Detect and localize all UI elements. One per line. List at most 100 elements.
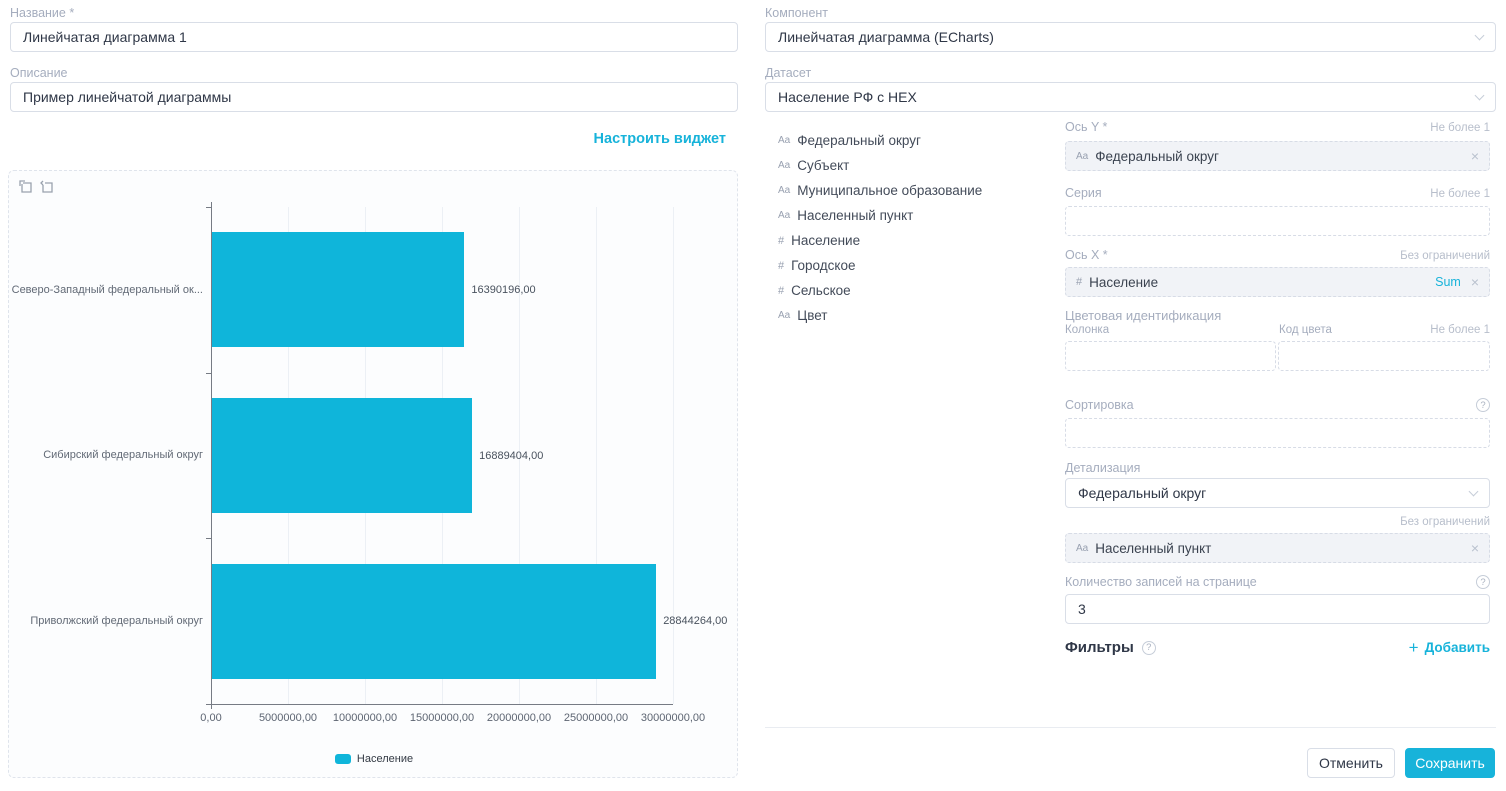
add-filter-label: Добавить: [1425, 640, 1490, 655]
filters-label: Фильтры: [1065, 639, 1134, 656]
axis-x-label: Ось X *: [1065, 248, 1108, 262]
text-type-icon: Aa: [778, 210, 790, 221]
chevron-down-icon: [1475, 90, 1485, 100]
axis-y-limit: Не более 1: [1430, 122, 1490, 134]
series-label: Серия: [1065, 186, 1102, 200]
description-input[interactable]: [10, 82, 738, 112]
cancel-button[interactable]: Отменить: [1307, 748, 1395, 778]
field-label: Цвет: [797, 308, 827, 323]
y-axis-tick: [206, 207, 211, 208]
field-item[interactable]: AaЦвет: [778, 308, 827, 323]
field-label: Муниципальное образование: [797, 183, 982, 198]
column-label: Колонка: [1065, 324, 1109, 336]
bar-1[interactable]: [212, 398, 472, 513]
field-item[interactable]: # Сельское: [778, 283, 851, 298]
name-label: Название *: [10, 6, 74, 20]
detail-chip-label: Населенный пункт: [1095, 541, 1211, 556]
sorting-label: Сортировка: [1065, 398, 1134, 412]
number-type-icon: #: [778, 235, 784, 247]
axis-y-label: Ось Y *: [1065, 120, 1107, 134]
text-type-icon: Aa: [778, 135, 790, 146]
close-icon[interactable]: ×: [1471, 541, 1479, 555]
help-icon[interactable]: ?: [1476, 575, 1490, 589]
color-identification-limit: Не более 1: [1430, 324, 1490, 336]
field-label: Городское: [791, 258, 855, 273]
x-tick-label: 5000000,00: [259, 712, 317, 724]
color-identification-label: Цветовая идентификация: [1065, 308, 1221, 323]
number-type-icon: #: [1076, 276, 1082, 288]
detail-value: Федеральный округ: [1078, 485, 1206, 501]
help-icon[interactable]: ?: [1476, 398, 1490, 412]
gridline: [673, 207, 674, 704]
color-column-dropzone[interactable]: [1065, 341, 1276, 371]
value-label: 16390196,00: [471, 284, 535, 296]
category-label: Приволжский федеральный округ: [15, 538, 203, 704]
text-type-icon: Aa: [1076, 543, 1088, 554]
field-item[interactable]: # Население: [778, 233, 860, 248]
configure-widget-link[interactable]: Настроить виджет: [10, 131, 726, 147]
y-axis-tick: [206, 538, 211, 539]
axis-x-chip-label: Население: [1089, 275, 1158, 290]
x-tick-label: 20000000,00: [487, 712, 551, 724]
bar-0[interactable]: [212, 232, 464, 347]
field-item[interactable]: # Городское: [778, 258, 855, 273]
color-code-dropzone[interactable]: [1278, 341, 1490, 371]
detail-limit: Без ограничений: [1065, 516, 1490, 528]
field-item[interactable]: Aa Субъект: [778, 158, 849, 173]
legend-label: Население: [357, 753, 413, 765]
x-tick-label: 0,00: [200, 712, 221, 724]
field-item[interactable]: Aa Населенный пункт: [778, 208, 913, 223]
detail-chip[interactable]: Aa Населенный пункт ×: [1065, 533, 1490, 563]
detail-select[interactable]: Федеральный округ: [1065, 478, 1490, 508]
help-icon[interactable]: ?: [1142, 641, 1156, 655]
component-value: Линейчатая диаграмма (ECharts): [778, 29, 994, 45]
dataset-select[interactable]: Население РФ с HEX: [765, 82, 1496, 112]
dataset-value: Население РФ с HEX: [778, 89, 917, 105]
page-size-input[interactable]: [1065, 594, 1490, 624]
save-button[interactable]: Сохранить: [1405, 748, 1495, 778]
field-label: Сельское: [791, 283, 851, 298]
sorting-dropzone[interactable]: [1065, 418, 1490, 448]
field-item[interactable]: Aa Муниципальное образование: [778, 183, 982, 198]
component-label: Компонент: [765, 6, 828, 20]
field-label: Федеральный округ: [797, 133, 921, 148]
add-filter-button[interactable]: + Добавить: [1409, 639, 1490, 656]
page-size-label: Количество записей на странице: [1065, 575, 1257, 589]
number-type-icon: #: [778, 285, 784, 297]
close-icon[interactable]: ×: [1471, 149, 1479, 163]
component-select[interactable]: Линейчатая диаграмма (ECharts): [765, 22, 1496, 52]
value-label: 16889404,00: [479, 450, 543, 462]
axis-y-chip-label: Федеральный округ: [1095, 149, 1219, 164]
dataset-label: Датасет: [765, 66, 811, 80]
bar-chart-plot: 0,005000000,0010000000,0015000000,002000…: [211, 207, 673, 704]
text-type-icon: Aa: [1076, 151, 1088, 162]
axis-x-chip[interactable]: # Население Sum ×: [1065, 267, 1490, 297]
x-axis-line: [211, 704, 673, 705]
text-type-icon: Aa: [778, 160, 790, 171]
field-item[interactable]: Aa Федеральный округ: [778, 133, 921, 148]
series-dropzone[interactable]: [1065, 206, 1490, 236]
category-label: Северо-Западный федеральный ок...: [15, 207, 203, 373]
name-input[interactable]: [10, 22, 738, 52]
close-icon[interactable]: ×: [1471, 275, 1479, 289]
detail-label: Детализация: [1065, 461, 1140, 475]
datazoom-icon[interactable]: [19, 180, 33, 194]
category-label: Сибирский федеральный округ: [15, 373, 203, 539]
axis-x-limit: Без ограничений: [1400, 250, 1490, 262]
text-type-icon: Aa: [778, 185, 790, 196]
chart-preview-panel: 0,005000000,0010000000,0015000000,002000…: [8, 170, 738, 778]
axis-y-chip[interactable]: Aa Федеральный округ ×: [1065, 141, 1490, 171]
restore-icon[interactable]: [40, 180, 54, 194]
aggregation-tag[interactable]: Sum: [1435, 275, 1461, 289]
field-label: Субъект: [797, 158, 849, 173]
y-axis-tick: [206, 373, 211, 374]
chevron-down-icon: [1475, 30, 1485, 40]
number-type-icon: #: [778, 260, 784, 272]
field-label: Население: [791, 233, 860, 248]
description-label: Описание: [10, 66, 68, 80]
x-tick-label: 30000000,00: [641, 712, 705, 724]
field-label: Населенный пункт: [797, 208, 913, 223]
value-label: 28844264,00: [663, 615, 727, 627]
bar-2[interactable]: [212, 564, 656, 679]
chart-legend[interactable]: Население: [9, 753, 739, 765]
